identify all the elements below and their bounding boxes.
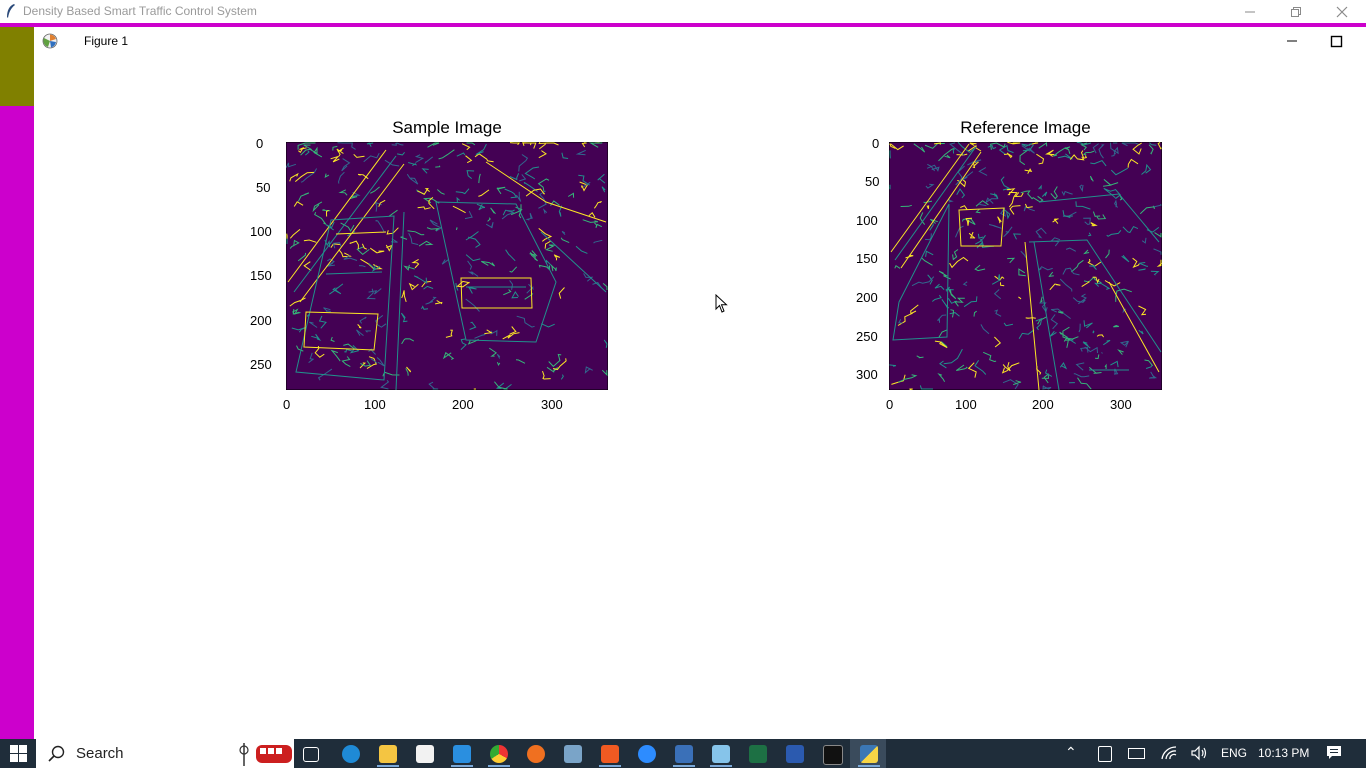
x-tick-label: 100 (364, 397, 386, 412)
y-tick-label: 250 (856, 329, 878, 344)
edge-stroke (1054, 218, 1059, 220)
terminal-icon[interactable] (823, 745, 843, 765)
battery-icon[interactable] (1128, 748, 1145, 759)
y-tick-label: 150 (250, 268, 272, 283)
brave-icon[interactable] (601, 745, 619, 763)
y-tick-label: 250 (250, 357, 272, 372)
edge-icon[interactable] (342, 745, 360, 763)
figure-maximize-button[interactable] (1324, 29, 1348, 53)
word-icon[interactable] (786, 745, 804, 763)
running-indicator (599, 765, 621, 767)
figure-title: Figure 1 (84, 34, 129, 48)
zoom-icon[interactable] (638, 745, 656, 763)
chrome-icon[interactable] (490, 745, 508, 763)
side-panel (0, 27, 34, 739)
y-tick-label: 50 (256, 180, 271, 195)
x-tick-label: 0 (283, 397, 291, 412)
vscode-icon[interactable] (453, 745, 471, 763)
plot-title-sample: Sample Image (392, 118, 502, 137)
sample-image-plot (286, 142, 608, 390)
restore-button[interactable] (1273, 0, 1319, 23)
plot-title-reference: Reference Image (960, 118, 1091, 137)
taskbar-search[interactable]: Search (36, 739, 294, 768)
clock[interactable]: 10:13 PM (1258, 746, 1309, 760)
search-app-icon[interactable] (527, 745, 545, 763)
app-icon[interactable] (416, 745, 434, 763)
y-tick-label: 150 (856, 251, 878, 266)
window-title: Density Based Smart Traffic Control Syst… (23, 4, 257, 18)
close-button[interactable] (1319, 0, 1365, 23)
feather-icon (7, 4, 15, 18)
minimize-icon (1245, 11, 1255, 12)
y-tick-label: 300 (856, 367, 878, 382)
excel-icon[interactable] (749, 745, 767, 763)
figure-window: Figure 1 (34, 27, 1366, 739)
y-tick-label: 50 (865, 174, 880, 189)
x-tick-label: 200 (452, 397, 474, 412)
reference-image-plot (889, 142, 1162, 390)
y-tick-label: 200 (856, 290, 878, 305)
running-indicator (377, 765, 399, 767)
app-icon[interactable] (564, 745, 582, 763)
minimize-button[interactable] (1227, 0, 1273, 23)
side-panel-block (0, 27, 34, 106)
volume-icon[interactable] (1190, 745, 1208, 761)
running-indicator (451, 765, 473, 767)
app-icon[interactable] (675, 745, 693, 763)
search-highlight-icon (239, 743, 292, 766)
search-placeholder: Search (76, 745, 124, 762)
search-icon (48, 745, 65, 762)
matplotlib-icon (42, 33, 58, 49)
x-tick-label: 0 (886, 397, 894, 412)
running-indicator (488, 765, 510, 767)
language-indicator[interactable]: ENG (1221, 746, 1247, 760)
y-tick-label: 200 (250, 313, 272, 328)
file-explorer-icon[interactable] (379, 745, 397, 763)
notification-icon[interactable] (1326, 745, 1342, 761)
figure-minimize-button[interactable] (1280, 29, 1304, 53)
task-view-icon[interactable] (303, 747, 319, 762)
y-tick-label: 100 (250, 224, 272, 239)
x-tick-label: 100 (955, 397, 977, 412)
close-icon (1336, 6, 1348, 17)
edge-stroke (1025, 317, 1036, 319)
windows-start-icon[interactable] (10, 745, 27, 762)
edge-stroke (909, 388, 913, 390)
running-indicator (858, 765, 880, 767)
restore-icon (1291, 6, 1301, 17)
python-icon[interactable] (860, 745, 878, 763)
meet-icon[interactable] (1098, 746, 1112, 762)
y-tick-label: 0 (256, 136, 264, 151)
running-indicator (710, 765, 732, 767)
chevron-up-icon[interactable]: ⌃ (1065, 744, 1077, 761)
y-tick-label: 100 (856, 213, 878, 228)
x-tick-label: 300 (1110, 397, 1132, 412)
running-indicator (673, 765, 695, 767)
wifi-icon[interactable] (1160, 745, 1178, 761)
notepad-icon[interactable] (712, 745, 730, 763)
x-tick-label: 200 (1032, 397, 1054, 412)
y-tick-label: 0 (872, 136, 880, 151)
x-tick-label: 300 (541, 397, 563, 412)
window-titlebar: Density Based Smart Traffic Control Syst… (0, 0, 1366, 23)
mouse-cursor-icon (715, 294, 728, 313)
